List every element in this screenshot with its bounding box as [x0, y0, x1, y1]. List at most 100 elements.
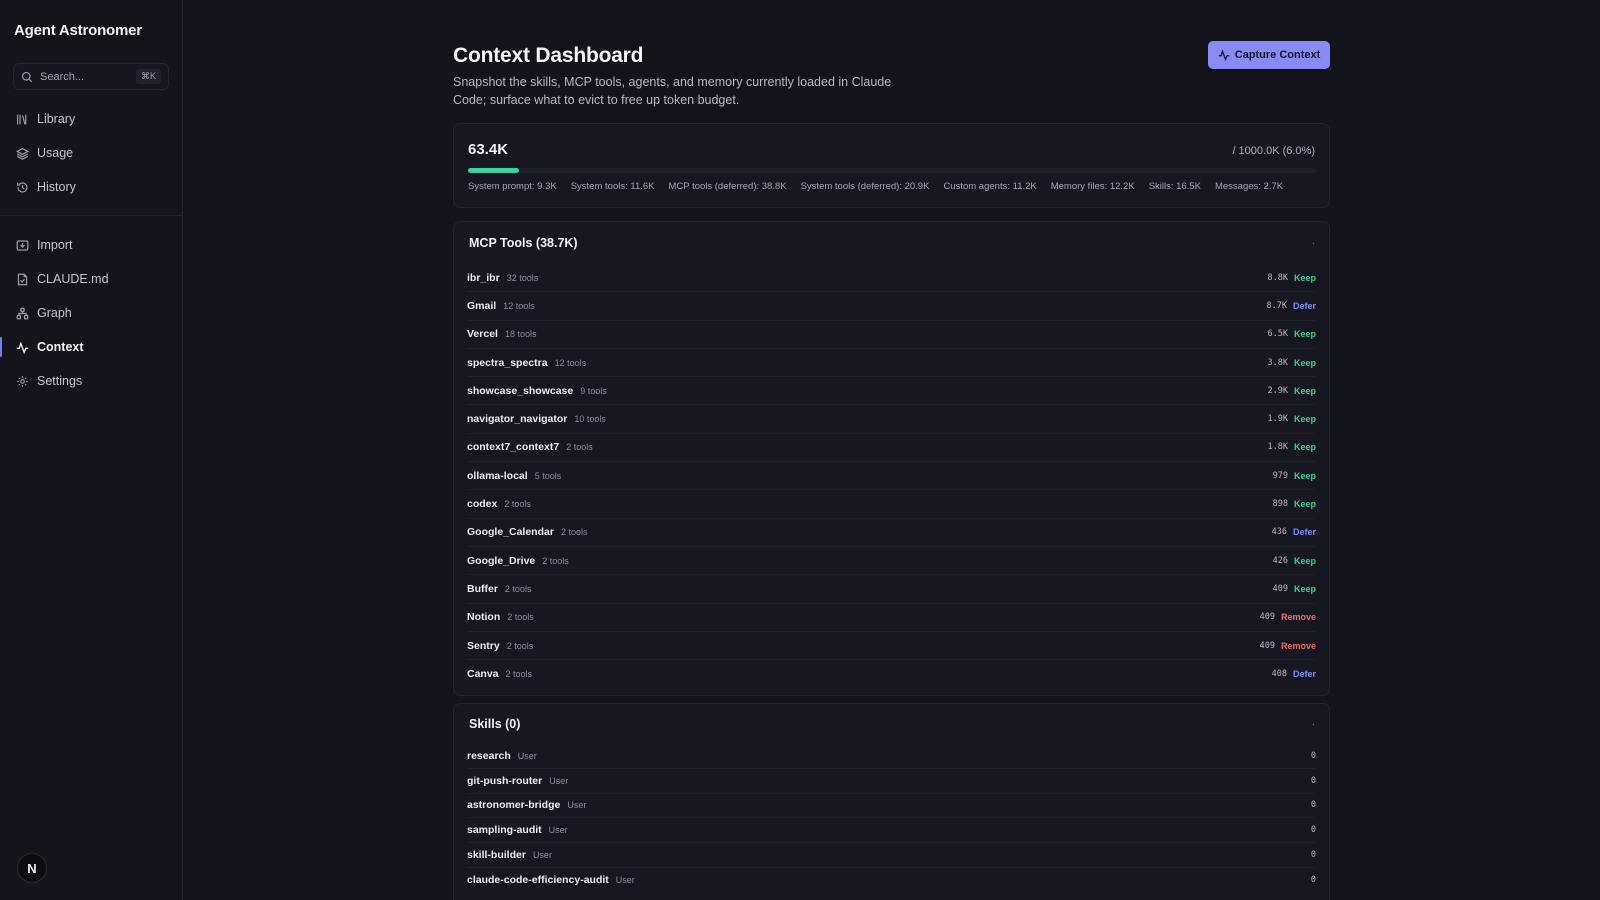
mcp-tool-row: ibr_ibr 32 tools 8.8K Keep: [467, 264, 1316, 293]
mcp-tool-count: 2 tools: [507, 612, 534, 623]
skill-name: astronomer-bridge: [467, 799, 561, 812]
sidebar-item-label: Context: [37, 340, 84, 354]
mcp-tool-count: 2 tools: [506, 640, 534, 651]
mcp-tool-meta: 409 Remove: [1260, 612, 1316, 622]
sidebar-item-label: History: [37, 180, 76, 194]
token-breakdown: System prompt: 9.3K System tools: 11.6K MC…: [468, 181, 1283, 192]
mcp-tool-info: context7_context7 2 tools: [467, 441, 593, 453]
breakdown-item: System tools: 11.6K: [570, 181, 655, 192]
sidebar-item-claude-md[interactable]: CLAUDE.md: [0, 262, 183, 296]
capture-context-button[interactable]: Capture Context: [1208, 41, 1330, 69]
mcp-tool-meta: 426 Keep: [1273, 556, 1316, 566]
skill-info: astronomer-bridge User: [467, 799, 586, 811]
skill-tokens: 0: [1310, 875, 1316, 886]
mcp-tool-meta: 409 Remove: [1260, 641, 1316, 651]
skill-info: skill-builder User: [467, 849, 552, 861]
mcp-tool-count: 12 tools: [503, 300, 535, 311]
skills-header[interactable]: Skills (0) ·: [454, 704, 1329, 744]
mcp-tool-row: Canva 2 tools 408 Defer: [467, 660, 1316, 688]
mcp-tool-count: 18 tools: [504, 329, 537, 340]
mcp-tool-action-keep[interactable]: Keep: [1294, 499, 1316, 509]
mcp-tool-meta: 898 Keep: [1273, 499, 1316, 509]
mcp-collapse-toggle[interactable]: ·: [1312, 238, 1315, 249]
mcp-tool-count: 9 tools: [580, 385, 607, 396]
mcp-tool-tokens: 8.8K: [1267, 272, 1288, 283]
mcp-tool-meta: 408 Defer: [1272, 669, 1316, 679]
skill-row: sampling-audit User 0: [467, 818, 1316, 844]
mcp-tool-count: 2 tools: [560, 527, 588, 538]
mcp-tool-name: navigator_navigator: [467, 413, 568, 426]
sidebar-item-import[interactable]: Import: [0, 228, 183, 262]
mcp-tool-row: context7_context7 2 tools 1.8K Keep: [467, 434, 1317, 463]
mcp-tool-action-keep[interactable]: Keep: [1294, 442, 1316, 452]
mcp-tool-action-defer[interactable]: Defer: [1293, 527, 1316, 537]
mcp-tool-action-keep[interactable]: Keep: [1294, 273, 1316, 283]
mcp-tool-action-keep[interactable]: Keep: [1294, 358, 1316, 368]
mcp-tool-tokens: 409: [1259, 640, 1275, 651]
skills-section: Skills (0) · research User 0 git-push-route…: [453, 703, 1330, 900]
user-avatar[interactable]: N: [17, 853, 47, 883]
mcp-tool-info: Canva 2 tools: [467, 668, 532, 680]
mcp-tool-action-defer[interactable]: Defer: [1293, 301, 1316, 311]
breakdown-item: Skills: 16.5K: [1148, 181, 1201, 192]
mcp-tools-list: ibr_ibr 32 tools 8.8K Keep Gmail 12 tools 8.7K…: [454, 264, 1329, 688]
search-shortcut-badge: ⌘K: [135, 69, 161, 84]
mcp-tool-action-remove[interactable]: Remove: [1281, 641, 1316, 651]
mcp-tool-meta: 1.8K Keep: [1268, 442, 1317, 452]
skill-scope: User: [532, 850, 552, 861]
mcp-tool-action-remove[interactable]: Remove: [1281, 612, 1316, 622]
sidebar-item-usage[interactable]: Usage: [0, 136, 183, 170]
sidebar-item-library[interactable]: Library: [0, 102, 183, 136]
mcp-tool-tokens: 979: [1272, 470, 1288, 481]
nav-top: Library Usage History: [0, 102, 183, 204]
skill-name: skill-builder: [467, 849, 526, 862]
mcp-tool-action-keep[interactable]: Keep: [1294, 556, 1316, 566]
breakdown-item: Memory files: 12.2K: [1050, 181, 1135, 192]
mcp-tool-info: ibr_ibr 32 tools: [467, 272, 538, 284]
skill-name: claude-code-efficiency-audit: [467, 874, 609, 887]
sidebar-item-history[interactable]: History: [0, 170, 183, 204]
mcp-tool-row: Google_Calendar 2 tools 436 Defer: [467, 519, 1316, 547]
mcp-tool-info: Sentry 2 tools: [467, 640, 533, 652]
mcp-tool-tokens: 6.5K: [1267, 329, 1288, 340]
skill-row: claude-code-efficiency-audit User 0: [467, 868, 1316, 893]
mcp-tool-row: Sentry 2 tools 409 Remove: [467, 632, 1316, 661]
mcp-tool-action-keep[interactable]: Keep: [1294, 414, 1316, 424]
mcp-tool-info: showcase_showcase 9 tools: [467, 385, 607, 397]
mcp-tool-info: Buffer 2 tools: [467, 583, 531, 595]
sidebar-item-settings[interactable]: Settings: [0, 364, 183, 398]
mcp-tool-action-keep[interactable]: Keep: [1294, 584, 1316, 594]
breakdown-item: Custom agents: 11.2K: [943, 181, 1037, 192]
mcp-tool-count: 2 tools: [505, 669, 533, 680]
mcp-tool-name: Sentry: [467, 639, 500, 652]
mcp-tool-action-defer[interactable]: Defer: [1293, 669, 1316, 679]
skill-row: astronomer-bridge User 0: [467, 794, 1316, 819]
mcp-tool-row: Notion 2 tools 409 Remove: [467, 604, 1316, 632]
skill-info: claude-code-efficiency-audit User: [467, 874, 635, 886]
skills-collapse-toggle[interactable]: ·: [1312, 719, 1315, 730]
skill-meta: 0: [1311, 800, 1316, 810]
skill-tokens: 0: [1310, 800, 1316, 811]
skill-scope: User: [548, 825, 568, 836]
search-input[interactable]: Search...: [40, 71, 129, 83]
mcp-tool-count: 2 tools: [542, 555, 569, 566]
mcp-tool-action-keep[interactable]: Keep: [1294, 329, 1316, 339]
skill-meta: 0: [1311, 825, 1316, 835]
sidebar-item-context[interactable]: Context: [0, 330, 183, 364]
mcp-tool-action-keep[interactable]: Keep: [1294, 471, 1316, 481]
mcp-tool-meta: 979 Keep: [1273, 471, 1316, 481]
sidebar-item-graph[interactable]: Graph: [0, 296, 183, 330]
mcp-tool-action-keep[interactable]: Keep: [1294, 386, 1316, 396]
mcp-tools-header[interactable]: MCP Tools (38.7K) ·: [454, 222, 1329, 264]
search-box[interactable]: Search... ⌘K: [13, 63, 169, 90]
mcp-tool-row: showcase_showcase 9 tools 2.9K Keep: [467, 377, 1317, 406]
mcp-tool-meta: 2.9K Keep: [1268, 386, 1317, 396]
skill-tokens: 0: [1310, 850, 1316, 861]
mcp-tool-tokens: 436: [1271, 527, 1287, 538]
mcp-tool-name: ollama-local: [467, 469, 528, 482]
mcp-tool-row: Buffer 2 tools 409 Keep: [467, 575, 1316, 604]
mcp-tool-meta: 436 Defer: [1272, 527, 1316, 537]
skill-row: git-push-router User 0: [467, 769, 1316, 794]
sidebar-item-label: CLAUDE.md: [37, 272, 109, 286]
mcp-tool-count: 10 tools: [574, 414, 606, 425]
